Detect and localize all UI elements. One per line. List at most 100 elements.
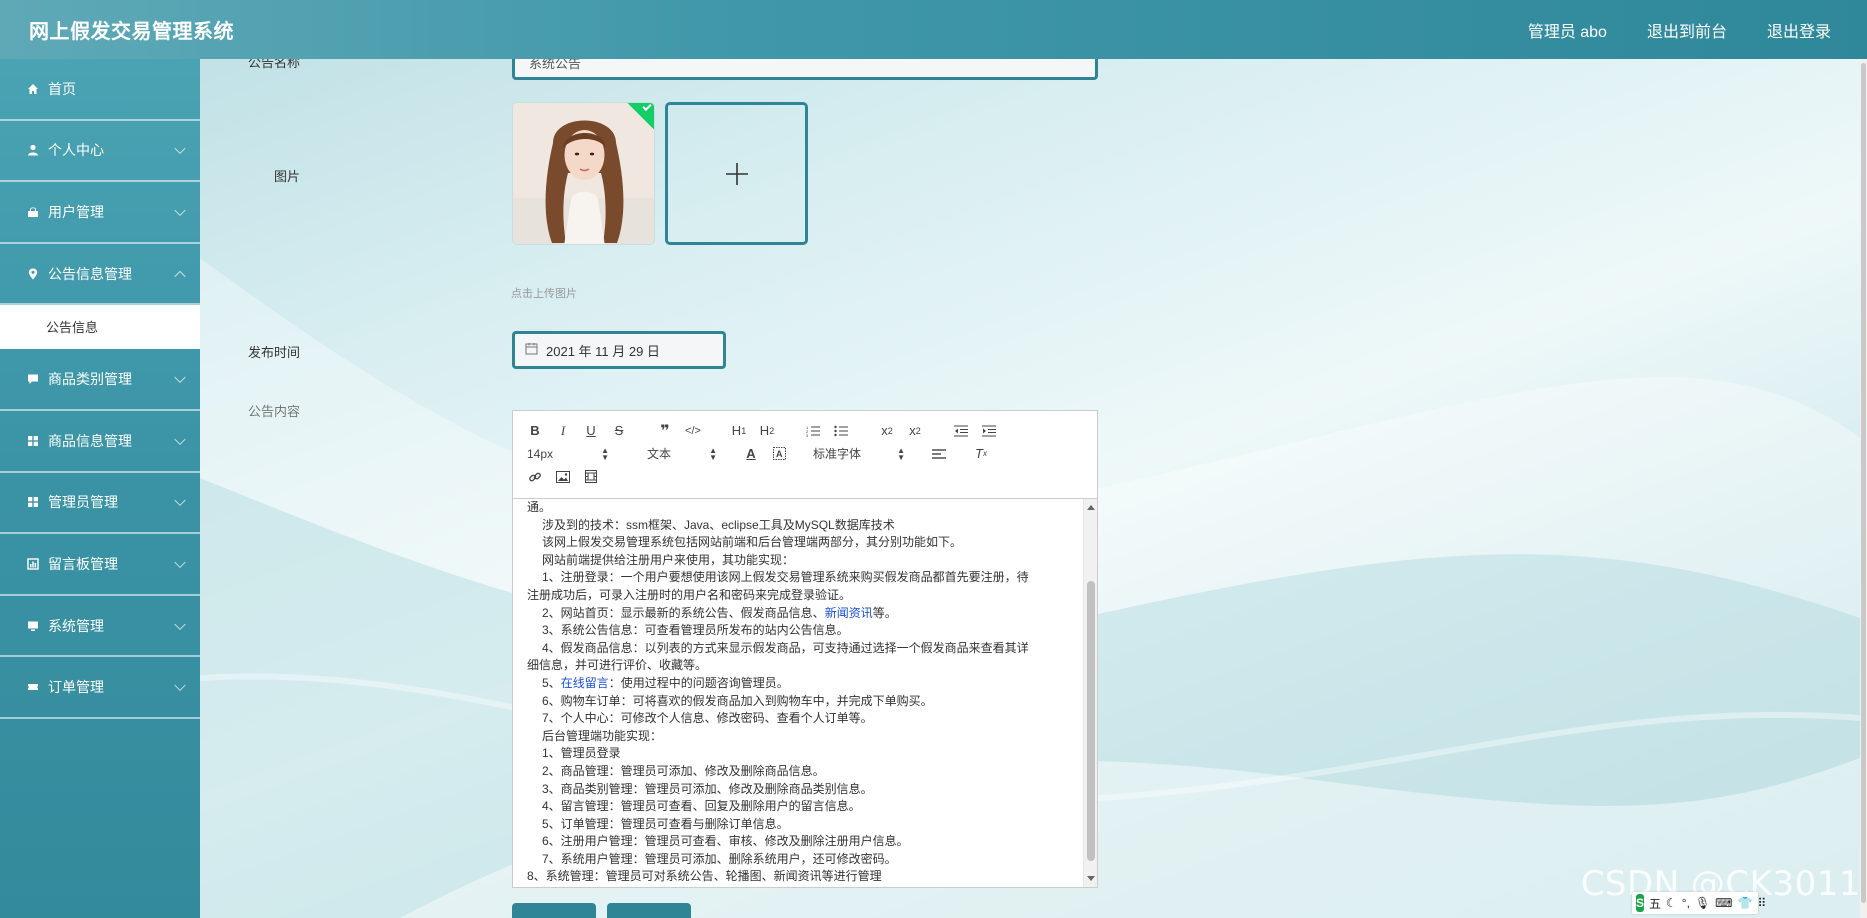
font-family-value: 标准字体 (813, 447, 862, 461)
shirt-icon[interactable]: 👕 (1738, 896, 1753, 910)
publish-date-value: 2021 年 11 月 29 日 (546, 343, 660, 359)
indent-button[interactable] (981, 420, 997, 442)
background-color-button[interactable]: A (771, 443, 787, 465)
font-color-button[interactable]: A (743, 443, 759, 465)
scroll-down-arrow-icon[interactable] (1087, 876, 1095, 881)
font-size-select[interactable]: 14px ▲ ▼ (527, 444, 609, 464)
underline-button[interactable]: U (583, 420, 599, 442)
sidebar-item-order-management[interactable]: 订单管理 (0, 657, 200, 719)
sidebar-item-label: 留言板管理 (48, 555, 118, 572)
ticket-icon (26, 680, 40, 694)
editor-line: 该网上假发交易管理系统包括网站前端和后台管理端两部分，其分别功能如下。 (542, 535, 963, 550)
italic-button[interactable]: I (555, 420, 571, 442)
keyboard-icon[interactable]: ⌨ (1715, 896, 1732, 910)
bold-button[interactable]: B (527, 420, 543, 442)
page-scroll-thumb[interactable] (1861, 63, 1866, 903)
sidebar-subitem-notice-info[interactable]: 公告信息 (0, 305, 200, 350)
editor-line: 6、购物车订单：可将喜欢的假发商品加入到购物车中，并完成下单购买。 (542, 693, 933, 708)
admin-user-link[interactable]: 管理员 abo (1528, 18, 1607, 42)
sidebar-item-message-board[interactable]: 留言板管理 (0, 534, 200, 596)
code-block-button[interactable]: </> (685, 420, 701, 442)
punctuation-icon[interactable]: °, (1682, 896, 1690, 910)
image-upload-button[interactable] (665, 102, 808, 245)
paragraph-value: 文本 (647, 447, 672, 461)
select-arrows-icon: ▲ ▼ (897, 445, 905, 462)
editor-inline-link[interactable]: 在线留言 (561, 676, 609, 690)
editor-line: 5、订单管理：管理员可查看与删除订单信息。 (542, 816, 789, 831)
grid-menu-icon[interactable]: ⠿ (1757, 896, 1766, 910)
outdent-icon (954, 425, 968, 436)
ime-logo: S (1636, 894, 1645, 912)
cancel-button[interactable] (607, 903, 691, 918)
page-scrollbar[interactable] (1860, 59, 1867, 918)
heading2-button[interactable]: H2 (759, 420, 775, 442)
editor-line: 1、管理员登录 (542, 746, 621, 761)
sidebar-item-user-management[interactable]: 用户管理 (0, 182, 200, 244)
editor-inline-link[interactable]: 新闻资讯 (825, 606, 873, 620)
chevron-down-icon (174, 433, 186, 445)
ordered-list-icon: 123 (806, 425, 820, 437)
clear-format-button[interactable]: Tx (973, 443, 989, 465)
rich-text-editor: B I U S ❞ </> H1 H2 123 x2 x2 14px ▲ ▼ 文… (512, 410, 1098, 888)
editor-toolbar: B I U S ❞ </> H1 H2 123 x2 x2 14px ▲ ▼ 文… (513, 411, 1097, 499)
align-button[interactable] (931, 443, 947, 465)
chevron-down-icon (174, 371, 186, 384)
editor-line: 7、系统用户管理：管理员可添加、删除系统用户，还可修改密码。 (542, 851, 897, 866)
publish-date-picker[interactable]: 2021 年 11 月 29 日 (512, 331, 726, 369)
ordered-list-button[interactable]: 123 (805, 420, 821, 442)
sidebar: 首页 个人中心 用户管理 公告信息管理 公告信息 商品类别管理 商品信息管理 管… (0, 59, 200, 918)
editor-scroll-thumb[interactable] (1087, 581, 1095, 861)
link-button[interactable] (527, 466, 543, 488)
image-insert-button[interactable] (555, 466, 571, 488)
logout-link[interactable]: 退出登录 (1767, 18, 1831, 42)
ime-toolbar[interactable]: S 五 ☾ °, 🎙 ⌨ 👕 ⠿ (1632, 892, 1766, 914)
sidebar-item-label: 个人中心 (48, 142, 104, 159)
home-icon (26, 82, 40, 96)
exit-to-front-link[interactable]: 退出到前台 (1647, 18, 1727, 42)
editor-text: 通。 涉及到的技术：ssm框架、Java、eclipse工具及MySQL数据库技术… (513, 499, 1097, 886)
outdent-button[interactable] (953, 420, 969, 442)
uploaded-image-thumbnail[interactable] (512, 102, 655, 245)
sidebar-item-home[interactable]: 首页 (0, 59, 200, 121)
moon-icon[interactable]: ☾ (1666, 896, 1677, 910)
select-arrows-icon: ▲ ▼ (601, 445, 609, 462)
font-family-select[interactable]: 标准字体 ▲ ▼ (813, 444, 905, 464)
calendar-icon (525, 342, 538, 358)
sidebar-item-label: 首页 (48, 80, 76, 97)
submit-button[interactable] (512, 903, 596, 918)
editor-line: 3、商品类别管理：管理员可添加、修改及删除商品类别信息。 (542, 781, 873, 796)
sidebar-item-product-management[interactable]: 商品信息管理 (0, 411, 200, 473)
subscript-button[interactable]: x2 (879, 420, 895, 442)
video-icon (585, 470, 597, 483)
microphone-icon[interactable]: 🎙 (1695, 896, 1710, 910)
superscript-button[interactable]: x2 (907, 420, 923, 442)
svg-text:A: A (776, 449, 783, 459)
editor-line: 3、系统公告信息：可查看管理员所发布的站内公告信息。 (542, 623, 849, 638)
user-icon (26, 143, 40, 157)
bullet-list-icon (834, 425, 848, 436)
sidebar-item-system-management[interactable]: 系统管理 (0, 596, 200, 658)
sidebar-item-personal-center[interactable]: 个人中心 (0, 121, 200, 183)
editor-line: 后台管理端功能实现： (542, 728, 663, 743)
editor-content-area[interactable]: 通。 涉及到的技术：ssm框架、Java、eclipse工具及MySQL数据库技术… (513, 499, 1097, 887)
svg-text:3: 3 (806, 433, 809, 437)
sidebar-item-admin-management[interactable]: 管理员管理 (0, 473, 200, 535)
ime-wubi-mode[interactable]: 五 (1649, 895, 1661, 912)
heading1-button[interactable]: H1 (731, 420, 747, 442)
sidebar-item-notice-management[interactable]: 公告信息管理 (0, 244, 200, 306)
editor-line: 2、商品管理：管理员可添加、修改及删除商品信息。 (542, 763, 825, 778)
editor-scrollbar[interactable] (1083, 499, 1097, 887)
strikethrough-button[interactable]: S (611, 420, 627, 442)
paragraph-select[interactable]: 文本 ▲ ▼ (635, 444, 717, 464)
portrait-image (513, 103, 654, 244)
editor-line: 涉及到的技术：ssm框架、Java、eclipse工具及MySQL数据库技术 (542, 517, 895, 532)
editor-line: 1、注册登录：一个用户要想使用该网上假发交易管理系统来购买假发商品都首先要注册，… (542, 570, 1029, 585)
chevron-down-icon (174, 556, 186, 569)
sidebar-item-label: 商品信息管理 (48, 432, 132, 449)
sidebar-item-category-management[interactable]: 商品类别管理 (0, 349, 200, 411)
blockquote-button[interactable]: ❞ (657, 420, 673, 442)
video-insert-button[interactable] (583, 466, 599, 488)
scroll-up-arrow-icon[interactable] (1087, 505, 1095, 510)
editor-line: 7、个人中心：可修改个人信息、修改密码、查看个人订单等。 (542, 711, 873, 726)
bullet-list-button[interactable] (833, 420, 849, 442)
